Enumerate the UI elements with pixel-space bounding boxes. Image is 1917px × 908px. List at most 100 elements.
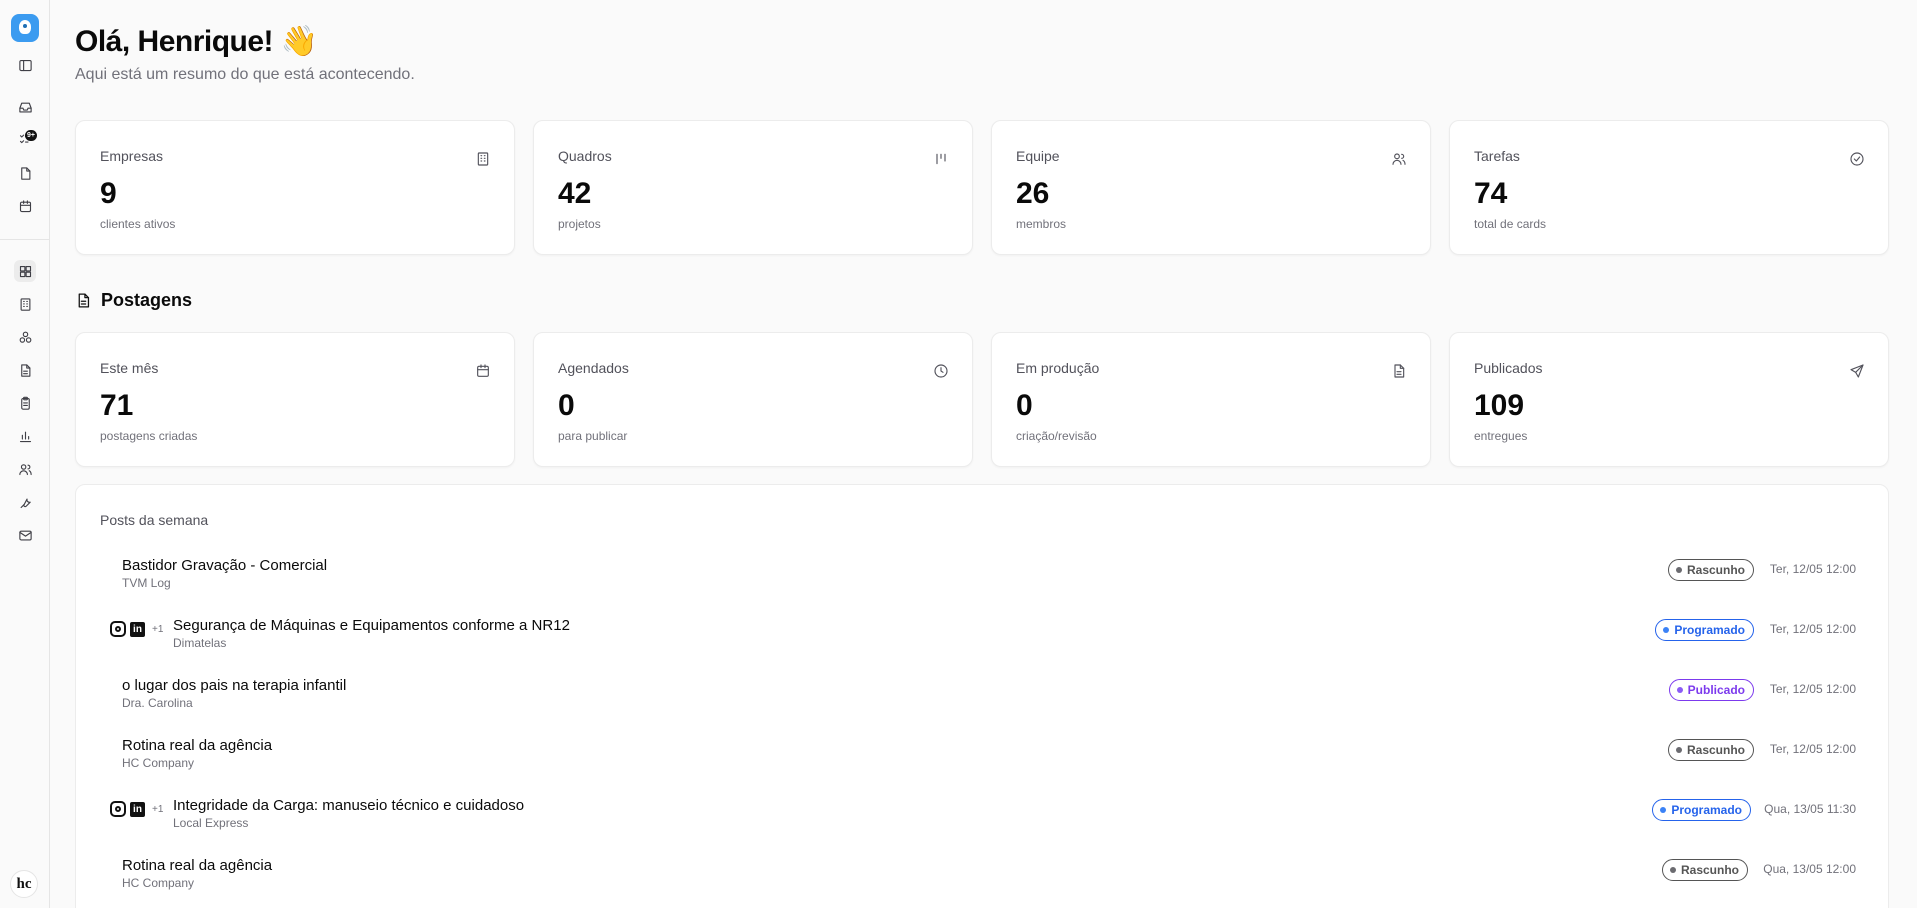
- status-dot: [1676, 687, 1683, 693]
- stat-label: Equipe: [1016, 148, 1060, 164]
- stat-value: 42: [558, 177, 592, 210]
- instagram-icon: [110, 621, 126, 637]
- wrench-icon[interactable]: [14, 491, 36, 513]
- chart-icon[interactable]: [14, 425, 36, 447]
- stat-card-tarefas[interactable]: Tarefas 74 total de cards: [1449, 120, 1889, 255]
- users-icon[interactable]: [14, 458, 36, 480]
- stat-label: Este mês: [100, 360, 159, 376]
- post-client: HC Company: [122, 756, 195, 770]
- page-subtitle: Aqui está um resumo do que está acontece…: [75, 66, 415, 83]
- post-title: Rotina real da agência: [122, 737, 273, 754]
- clock-icon: [932, 362, 950, 380]
- stat-sub: membros: [1016, 217, 1067, 231]
- stat-card-empresas[interactable]: Empresas 9 clientes ativos: [75, 120, 515, 255]
- post-client: TVM Log: [122, 576, 171, 590]
- status-dot: [1669, 867, 1676, 873]
- status-dot: [1663, 627, 1670, 633]
- stat-value: 109: [1474, 389, 1525, 422]
- sidebar-divider: [0, 239, 50, 240]
- post-date: Ter, 12/05 12:00: [1769, 742, 1856, 756]
- panel-left-icon[interactable]: [14, 54, 36, 76]
- post-networks: in +1: [110, 621, 163, 637]
- stat-value: 0: [1016, 389, 1033, 422]
- post-client: Dimatelas: [173, 636, 227, 650]
- post-card-agendados[interactable]: Agendados 0 para publicar: [533, 332, 973, 467]
- post-title: o lugar dos pais na terapia infantil: [122, 677, 347, 694]
- stat-sub: postagens criadas: [100, 429, 198, 443]
- post-title: Rotina real da agência: [122, 857, 273, 874]
- status-badge: Programado: [1655, 619, 1754, 641]
- status-badge: Rascunho: [1667, 559, 1754, 581]
- post-date: Qua, 13/05 11:30: [1764, 802, 1856, 816]
- stat-sub: projetos: [558, 217, 601, 231]
- post-client: HC Company: [122, 876, 195, 890]
- avatar[interactable]: hc: [10, 870, 38, 898]
- page-title: Olá, Henrique! 👋: [75, 25, 318, 58]
- linkedin-icon: in: [130, 621, 145, 637]
- stat-sub: total de cards: [1474, 217, 1547, 231]
- status-dot: [1675, 747, 1682, 753]
- status-badge: Rascunho: [1661, 859, 1748, 881]
- status-label: Rascunho: [1686, 743, 1745, 757]
- more-networks: +1: [152, 803, 164, 815]
- stat-label: Publicados: [1474, 360, 1543, 376]
- post-date: Ter, 12/05 12:00: [1769, 562, 1856, 576]
- stat-value: 74: [1474, 177, 1508, 210]
- apps-icon[interactable]: [14, 326, 36, 348]
- stat-value: 0: [558, 389, 575, 422]
- stat-sub: para publicar: [558, 429, 628, 443]
- stat-label: Quadros: [558, 148, 612, 164]
- section-title: Postagens: [101, 290, 193, 310]
- stat-card-quadros[interactable]: Quadros 42 projetos: [533, 120, 973, 255]
- calendar-icon[interactable]: [14, 195, 36, 217]
- tasks-badge: 9+: [25, 130, 37, 141]
- status-badge: Rascunho: [1667, 739, 1754, 761]
- post-card-em-producao[interactable]: Em produção 0 criação/revisão: [991, 332, 1431, 467]
- clipboard-icon[interactable]: [14, 392, 36, 414]
- status-dot: [1675, 567, 1682, 573]
- list-item[interactable]: Rotina real da agência HC Company Rascun…: [76, 851, 1890, 895]
- stat-value: 71: [100, 389, 134, 422]
- stat-value: 26: [1016, 177, 1050, 210]
- list-item[interactable]: Bastidor Gravação - Comercial TVM Log Ra…: [76, 551, 1890, 595]
- post-card-publicados[interactable]: Publicados 109 entregues: [1449, 332, 1889, 467]
- status-label: Publicado: [1687, 683, 1745, 697]
- post-card-este-mes[interactable]: Este mês 71 postagens criadas: [75, 332, 515, 467]
- kanban-icon: [932, 150, 950, 168]
- sidebar: 9+ hc: [0, 0, 50, 908]
- calendar-icon: [474, 362, 492, 380]
- stat-card-equipe[interactable]: Equipe 26 membros: [991, 120, 1431, 255]
- status-dot: [1660, 807, 1667, 813]
- post-title: Segurança de Máquinas e Equipamentos con…: [173, 617, 570, 634]
- dashboard-icon[interactable]: [14, 260, 36, 282]
- file-text-icon: [78, 293, 90, 308]
- post-networks: in +1: [110, 801, 163, 817]
- week-posts-panel: Posts da semana Bastidor Gravação - Come…: [75, 484, 1889, 908]
- week-title: Posts da semana: [100, 512, 209, 528]
- status-label: Rascunho: [1686, 563, 1745, 577]
- document-icon[interactable]: [14, 359, 36, 381]
- post-date: Ter, 12/05 12:00: [1769, 622, 1856, 636]
- list-item[interactable]: o lugar dos pais na terapia infantil Dra…: [76, 671, 1890, 715]
- mail-icon[interactable]: [14, 524, 36, 546]
- post-client: Dra. Carolina: [122, 696, 193, 710]
- app-logo[interactable]: [11, 14, 39, 42]
- check-circle-icon: [1848, 150, 1866, 168]
- list-item[interactable]: Rotina real da agência HC Company Rascun…: [76, 731, 1890, 775]
- stat-sub: criação/revisão: [1016, 429, 1097, 443]
- list-item[interactable]: in +1 Integridade da Carga: manuseio téc…: [76, 791, 1890, 835]
- status-badge: Programado: [1652, 799, 1751, 821]
- stat-value: 9: [100, 177, 117, 210]
- building-icon[interactable]: [14, 293, 36, 315]
- instagram-icon: [110, 801, 126, 817]
- post-date: Qua, 13/05 12:00: [1763, 862, 1856, 876]
- send-icon: [1848, 362, 1866, 380]
- stat-sub: clientes ativos: [100, 217, 176, 231]
- more-networks: +1: [152, 623, 164, 635]
- section-postagens: Postagens: [75, 290, 192, 311]
- inbox-icon[interactable]: [14, 96, 36, 118]
- file-icon[interactable]: [14, 162, 36, 184]
- list-item[interactable]: in +1 Segurança de Máquinas e Equipament…: [76, 611, 1890, 655]
- post-client: Local Express: [173, 816, 249, 830]
- status-badge: Publicado: [1668, 679, 1754, 701]
